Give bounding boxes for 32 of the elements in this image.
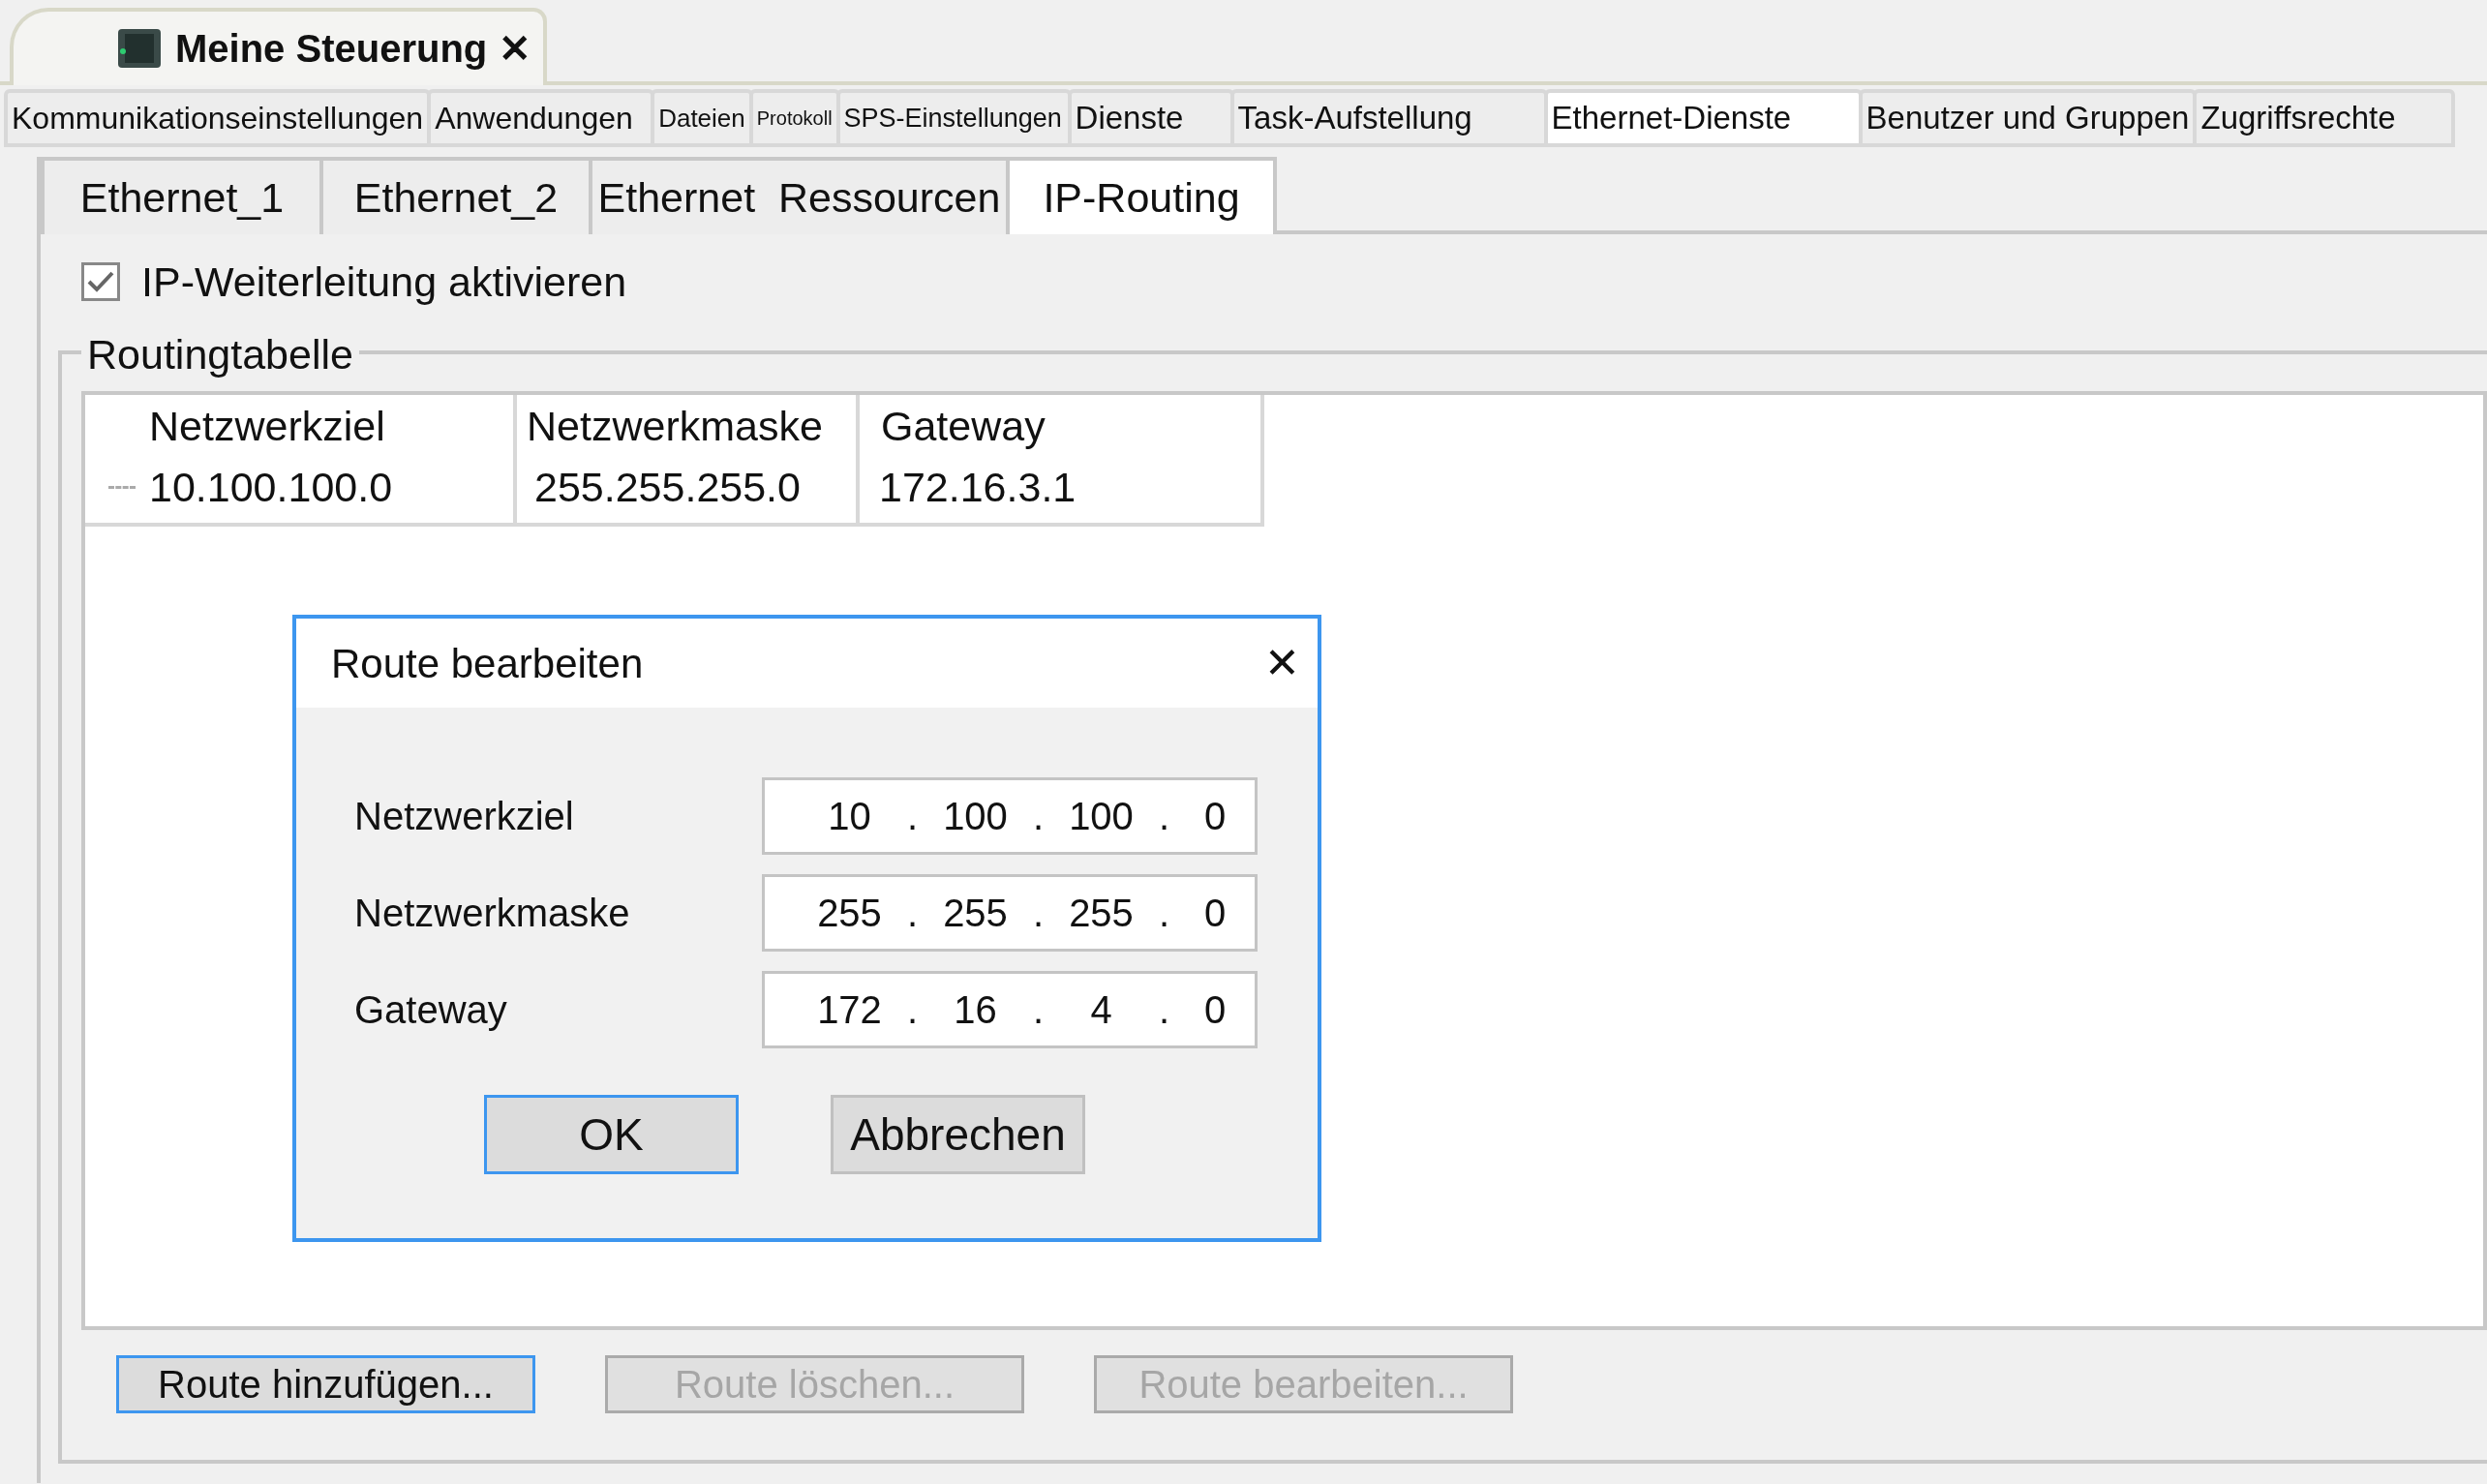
route-button[interactable]: Route hinzufügen...: [116, 1355, 535, 1413]
tab[interactable]: SPS-Einstellungen: [835, 89, 1072, 147]
ip-address-field[interactable]: 172 . 16 . 4 . 0: [762, 971, 1258, 1048]
table-cell-text: 255.255.255.0: [534, 462, 801, 512]
tree-connector: [108, 485, 136, 489]
field-label: Netzwerkmaske: [353, 891, 631, 936]
tab[interactable]: Task-Aufstellung: [1229, 89, 1548, 147]
column-header: Netzwerkziel: [148, 401, 386, 451]
checkbox[interactable]: [81, 262, 120, 301]
document-tab[interactable]: Meine Steuerung ✕: [10, 8, 547, 85]
document-tab-title: Meine Steuerung: [175, 26, 488, 72]
tab[interactable]: Protokoll: [748, 89, 840, 147]
field-label: Gateway: [353, 987, 508, 1033]
controller-icon: [115, 26, 164, 71]
field-label: Netzwerkziel: [353, 794, 575, 839]
ip-address-field[interactable]: 255 . 255 . 255 . 0: [762, 874, 1258, 952]
table-cell-text: 10.100.100.0: [149, 462, 393, 512]
dialog-button[interactable]: Abbrechen: [831, 1095, 1085, 1174]
column-header: Netzwerkmaske: [526, 401, 824, 451]
ip-address-field[interactable]: 10 . 100 . 100 . 0: [762, 777, 1258, 855]
table-cell-text: 172.16.3.1: [879, 462, 1077, 512]
tab[interactable]: Dateien: [651, 89, 753, 147]
dialog-title: Route bearbeiten: [331, 639, 644, 688]
checkbox-label: IP-Weiterleitung aktivieren: [141, 257, 627, 307]
close-button[interactable]: ✕: [1264, 642, 1300, 684]
tab[interactable]: Dienste: [1067, 89, 1234, 147]
tab[interactable]: Zugriffsrechte: [2193, 89, 2456, 147]
close-button[interactable]: ✕: [499, 29, 532, 68]
dialog-button[interactable]: OK: [484, 1095, 739, 1174]
check-icon: [86, 269, 115, 294]
column-header: Gateway: [880, 401, 1046, 451]
tab[interactable]: Ethernet-Dienste: [1543, 89, 1863, 147]
